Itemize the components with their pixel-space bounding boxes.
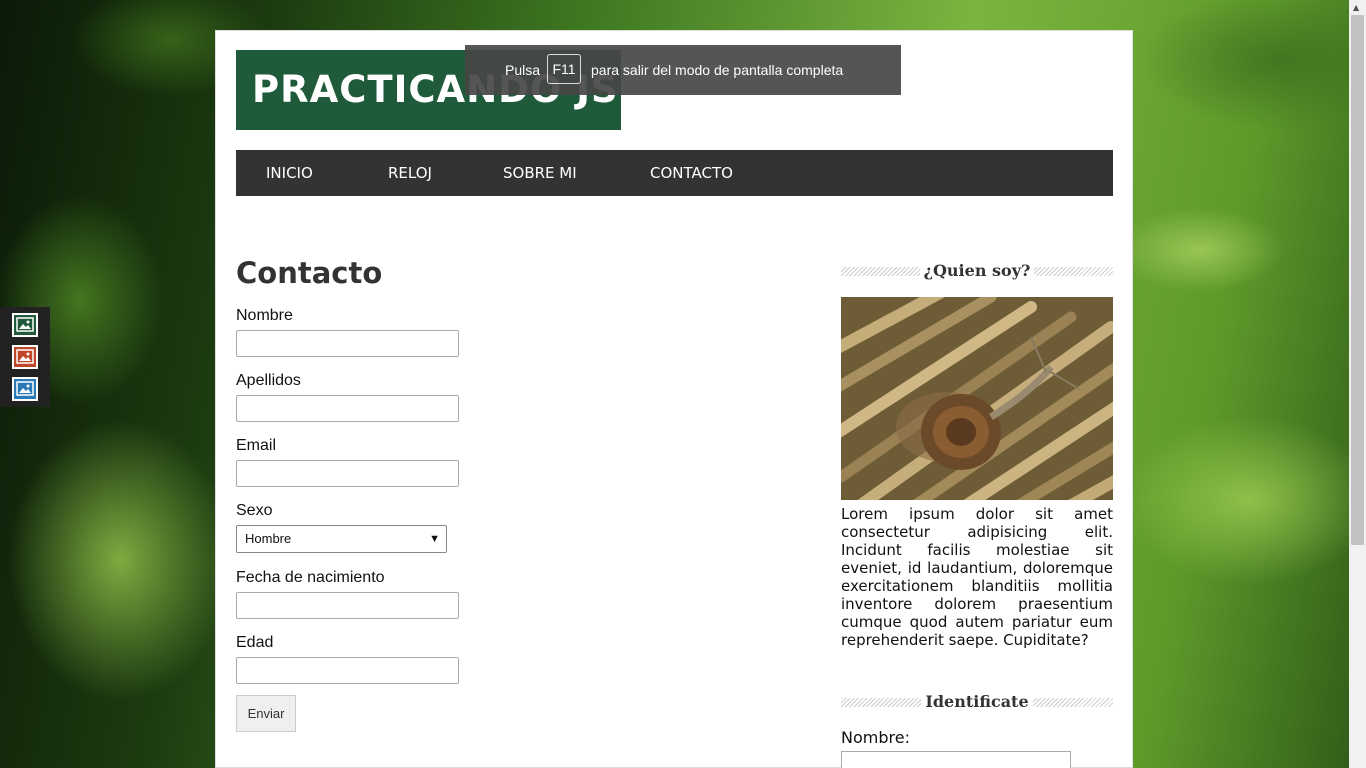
about-title: ¿Quien soy? bbox=[919, 261, 1035, 280]
sidebar-nombre-label: Nombre: bbox=[841, 728, 910, 747]
scroll-up-icon[interactable]: ▲ bbox=[1353, 3, 1359, 12]
image-icon-blue[interactable] bbox=[12, 377, 38, 401]
snail-photo bbox=[841, 297, 1113, 500]
page-container: PRACTICANDO JS INICIO RELOJ SOBRE MI CON… bbox=[215, 30, 1133, 768]
edad-input[interactable] bbox=[236, 657, 459, 684]
sidebar-nombre-input[interactable] bbox=[841, 751, 1071, 768]
identify-title: Identificate bbox=[921, 692, 1033, 711]
notice-text-after: para salir del modo de pantalla completa bbox=[591, 62, 844, 78]
nav-item-sobre-mi[interactable]: SOBRE MI bbox=[503, 150, 577, 196]
main-nav: INICIO RELOJ SOBRE MI CONTACTO bbox=[236, 150, 1113, 196]
side-icon-strip bbox=[0, 307, 50, 407]
f11-key: F11 bbox=[547, 54, 581, 84]
fecha-input[interactable] bbox=[236, 592, 459, 619]
nav-item-reloj[interactable]: RELOJ bbox=[388, 150, 432, 196]
email-label: Email bbox=[236, 437, 277, 454]
nombre-input[interactable] bbox=[236, 330, 459, 357]
apellidos-label: Apellidos bbox=[236, 372, 301, 389]
email-input[interactable] bbox=[236, 460, 459, 487]
image-icon-red[interactable] bbox=[12, 345, 38, 369]
fecha-label: Fecha de nacimiento bbox=[236, 569, 385, 586]
nav-item-inicio[interactable]: INICIO bbox=[266, 150, 313, 196]
scrollbar-thumb[interactable] bbox=[1351, 15, 1364, 545]
sexo-label: Sexo bbox=[236, 502, 273, 519]
edad-label: Edad bbox=[236, 634, 274, 651]
sexo-select[interactable]: Hombre ▼ bbox=[236, 525, 447, 553]
fullscreen-notice: Pulsa F11 para salir del modo de pantall… bbox=[465, 45, 901, 95]
about-heading: ¿Quien soy? bbox=[841, 261, 1113, 283]
nav-item-contacto[interactable]: CONTACTO bbox=[650, 150, 733, 196]
apellidos-input[interactable] bbox=[236, 395, 459, 422]
nombre-label: Nombre bbox=[236, 307, 293, 324]
about-text: Lorem ipsum dolor sit amet consectetur a… bbox=[841, 505, 1113, 649]
notice-text-before: Pulsa bbox=[505, 62, 541, 78]
chevron-down-icon: ▼ bbox=[429, 533, 440, 545]
submit-button[interactable]: Enviar bbox=[236, 695, 296, 732]
sexo-selected-value: Hombre bbox=[245, 531, 292, 546]
page-scrollbar[interactable]: ▲ bbox=[1349, 0, 1366, 768]
identify-heading: Identificate bbox=[841, 692, 1113, 714]
image-icon-green[interactable] bbox=[12, 313, 38, 337]
page-title: Contacto bbox=[236, 256, 383, 290]
